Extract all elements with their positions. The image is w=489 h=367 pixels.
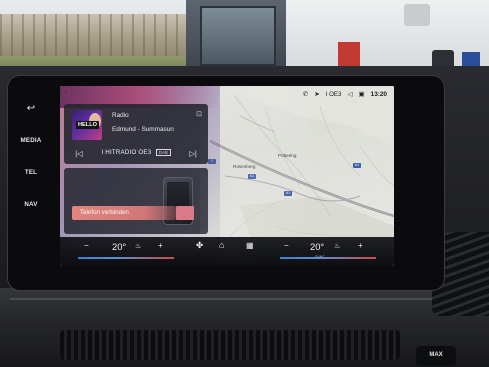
dab-badge: DAB [156,149,171,157]
fan-icon[interactable]: ✤ [196,240,203,251]
right-temp-decrease-button[interactable]: − [284,241,289,250]
track-title: Edmund - Summasun [112,126,174,133]
center-air-vent [60,330,400,360]
station-name: I HITRADIO OE3 DAB [86,149,186,157]
volume-icon: ◁ [347,91,353,98]
back-button[interactable]: ↩ [8,103,54,114]
message-icon: ▣ [358,91,365,98]
right-temp-gradient-bar [280,257,376,259]
climate-bar: − 20° ♨ + ✤ ⌂ ▦ − 20° ♨ SYNC + [60,237,394,266]
apps-grid-icon[interactable]: ▦ [246,241,254,250]
left-temp-gradient-bar [78,257,174,259]
nav-button[interactable]: NAV [8,201,54,208]
media-button[interactable]: MEDIA [8,137,54,144]
left-seat-heating-icon[interactable]: ♨ [135,242,141,250]
left-temp-increase-button[interactable]: + [158,241,163,250]
album-art-text: HELLO [76,121,99,129]
garage-window [200,6,276,66]
album-art: HELLO [72,110,102,140]
left-temp-decrease-button[interactable]: − [84,241,89,250]
max-defrost-button[interactable]: MAX [416,346,456,366]
media-controls: |◁ I HITRADIO OE3 DAB ▷| [72,148,200,158]
infotainment-screen: Pöbering Rosenberg Rechenberg A1 A1 A1 1… [60,86,394,266]
red-cabinet [338,42,360,66]
wall-device [404,4,430,26]
phone-widget[interactable]: Telefon verbinden [64,168,208,234]
media-source-label: Radio [112,112,129,119]
tel-button[interactable]: TEL [8,169,54,176]
route-shield: A1 [353,163,361,168]
connect-phone-button[interactable]: Telefon verbinden [72,206,176,220]
media-widget[interactable]: HELLO Radio ⊡ Edmund - Summasun |◁ I HIT… [64,104,208,164]
location-arrow-icon: ➤ [314,91,320,98]
left-temperature[interactable]: 20° [112,241,126,252]
right-temp-increase-button[interactable]: + [358,241,363,250]
home-icon[interactable]: ⌂ [219,240,224,250]
dashboard-trim [10,298,480,300]
next-track-icon[interactable]: ▷| [186,149,200,158]
status-station: I OE3 [325,90,342,98]
station-label: I HITRADIO OE3 [101,149,152,157]
connect-button-accent [176,206,194,220]
right-temperature[interactable]: 20° [310,241,324,252]
right-seat-heating-icon[interactable]: ♨ [334,242,340,250]
status-time: 13:20 [370,90,387,98]
previous-track-icon[interactable]: |◁ [72,149,86,158]
